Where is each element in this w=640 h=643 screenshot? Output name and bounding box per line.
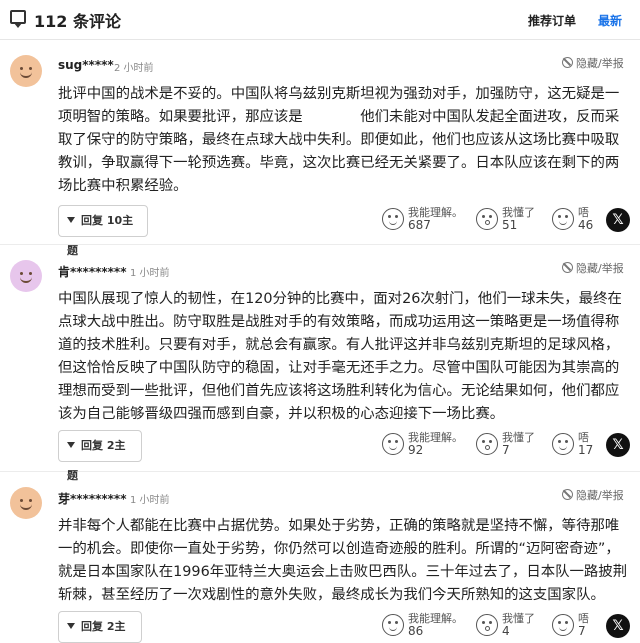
comment-item: 肯********* 1 小时前 隐藏/举报 中国队展现了惊人的韧性，在120分… xyxy=(0,246,640,482)
hide-report-label: 隐藏/举报 xyxy=(576,262,624,275)
reaction-count: 46 xyxy=(578,218,594,232)
reaction-count: 92 xyxy=(408,443,424,457)
surprised-face-icon xyxy=(476,614,498,636)
caret-down-icon xyxy=(67,623,75,629)
understand-face-icon xyxy=(382,614,404,636)
comment-item: 芽********* 1 小时前 隐藏/举报 并非每个人都能在比赛中占据优势。如… xyxy=(0,473,640,643)
comment-text: 批评中国的战术是不妥的。中国队将乌兹别克斯坦视为强劲对手，加强防守，这无疑是一项… xyxy=(58,86,620,194)
x-share-icon[interactable]: 𝕏 xyxy=(606,614,630,638)
comments-header: 112 条评论 推荐订单 最新 xyxy=(0,0,640,40)
caret-down-icon xyxy=(67,217,75,223)
comment-time: 1 小时前 xyxy=(130,268,170,279)
comment-time: 2 小时前 xyxy=(114,63,154,74)
tab-latest[interactable]: 最新 xyxy=(598,12,622,29)
hmm-face-icon xyxy=(552,208,574,230)
hide-report-button[interactable]: 隐藏/举报 xyxy=(562,55,624,71)
reaction-count: 86 xyxy=(408,624,424,638)
comment-username[interactable]: sug***** xyxy=(58,58,114,72)
surprised-face-icon xyxy=(476,208,498,230)
hide-report-label: 隐藏/举报 xyxy=(576,57,624,70)
reply-toggle-button[interactable]: 回复 10主题 xyxy=(58,205,148,257)
x-share-icon[interactable]: 𝕏 xyxy=(606,433,630,457)
reaction-count: 7 xyxy=(502,443,510,457)
hide-report-label: 隐藏/举报 xyxy=(576,489,624,502)
comment-text: 中国队展现了惊人的韧性，在120分钟的比赛中，面对26次射门，他们一球未失，最终… xyxy=(58,291,622,422)
comment-count-title: 112 条评论 xyxy=(34,12,121,31)
understand-face-icon xyxy=(382,208,404,230)
comment-item: sug***** 2 小时前 隐藏/举报 批评中国的战术是不妥的。中国队将乌兹别… xyxy=(0,41,640,257)
comment-username[interactable]: 肯********* xyxy=(58,263,126,280)
hide-report-button[interactable]: 隐藏/举报 xyxy=(562,487,624,503)
reaction-count: 7 xyxy=(578,624,586,638)
avatar[interactable] xyxy=(10,260,42,292)
avatar[interactable] xyxy=(10,55,42,87)
tab-recommended[interactable]: 推荐订单 xyxy=(528,12,576,29)
reply-label: 回复 2主题 xyxy=(81,620,126,633)
hide-report-button[interactable]: 隐藏/举报 xyxy=(562,260,624,276)
comment-text: 并非每个人都能在比赛中占据优势。如果处于劣势，正确的策略就是坚持不懈，等待那唯一… xyxy=(58,518,628,603)
x-share-icon[interactable]: 𝕏 xyxy=(606,208,630,232)
surprised-face-icon xyxy=(476,433,498,455)
reply-toggle-button[interactable]: 回复 2主题 xyxy=(58,430,142,482)
caret-down-icon xyxy=(67,442,75,448)
comment-bubble-icon xyxy=(10,10,26,28)
reaction-count: 4 xyxy=(502,624,510,638)
reply-toggle-button[interactable]: 回复 2主题 xyxy=(58,611,142,643)
understand-face-icon xyxy=(382,433,404,455)
hmm-face-icon xyxy=(552,614,574,636)
hide-icon xyxy=(562,489,573,500)
comment-time: 1 小时前 xyxy=(130,495,170,506)
hmm-face-icon xyxy=(552,433,574,455)
hide-icon xyxy=(562,57,573,68)
reaction-count: 687 xyxy=(408,218,431,232)
hide-icon xyxy=(562,262,573,273)
comment-username[interactable]: 芽********* xyxy=(58,490,126,507)
reaction-count: 51 xyxy=(502,218,518,232)
avatar[interactable] xyxy=(10,487,42,519)
reaction-count: 17 xyxy=(578,443,594,457)
